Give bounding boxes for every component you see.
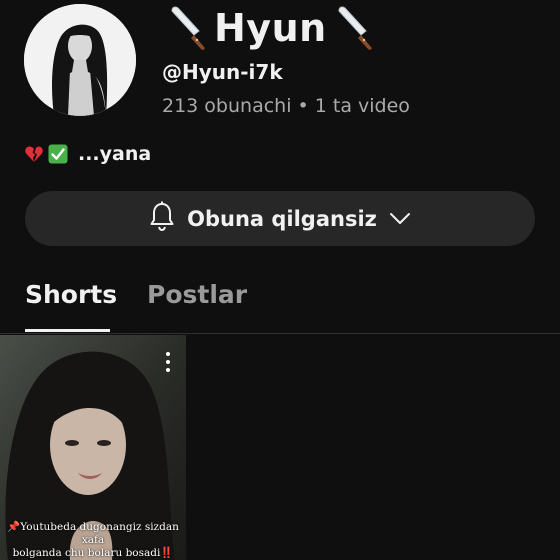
kitchen-knife-icon [166,5,208,51]
short-caption: 📌Youtubeda dugonangiz sizdan xafa bolgan… [0,521,186,560]
bell-icon [149,201,175,236]
subscribed-button[interactable]: Obuna qilgansiz [25,191,535,246]
bio-text: ...yana [78,143,152,165]
chevron-down-icon [389,207,411,231]
channel-name: Hyun [166,0,375,56]
short-caption-line: bolganda chu bolaru bosadi‼️ [12,547,174,559]
active-tab-indicator [25,329,110,332]
short-video-card[interactable]: 📌Youtubeda dugonangiz sizdan xafa bolgan… [0,335,186,560]
channel-bio[interactable]: ...yana [24,143,151,165]
broken-heart-icon [24,144,44,164]
kitchen-knife-icon [333,5,375,51]
tab-shorts[interactable]: Shorts [25,280,117,309]
more-vert-icon[interactable] [164,351,172,373]
check-mark-button-icon [48,144,68,164]
tab-postlar[interactable]: Postlar [147,280,247,309]
channel-avatar[interactable] [24,4,136,116]
channel-handle: @Hyun-i7k [162,60,283,84]
subscribed-label: Obuna qilgansiz [187,206,377,231]
tabs-divider [0,333,560,334]
channel-stats: 213 obunachi • 1 ta video [162,95,410,117]
channel-name-text: Hyun [214,6,327,50]
short-caption-line: 📌Youtubeda dugonangiz sizdan xafa [7,521,179,546]
channel-tabs: Shorts Postlar [0,272,560,334]
